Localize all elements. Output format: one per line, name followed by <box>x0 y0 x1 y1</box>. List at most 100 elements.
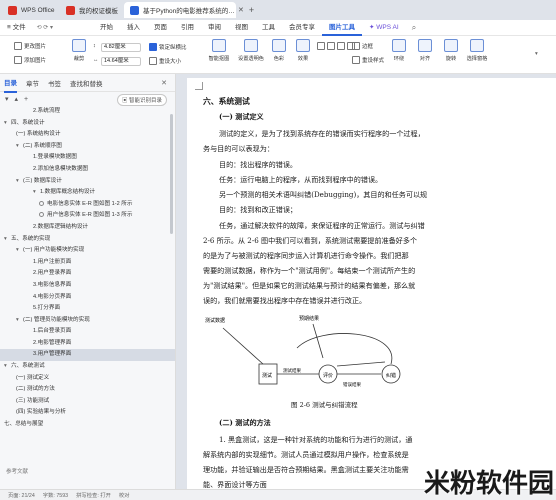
tab-document[interactable]: 基于Python的电影推荐系统的… <box>124 2 236 18</box>
expand-caret-icon[interactable]: ▾ <box>33 187 40 199</box>
toc-item[interactable]: 电影信息实体 E-R 图如图 1-2 所示 <box>0 199 175 211</box>
tab-toc[interactable]: 目录 <box>4 73 17 93</box>
toc-item[interactable]: 1.后台登录页面 <box>0 326 175 338</box>
toc-item[interactable]: 5.打分界面 <box>0 303 175 315</box>
toc-item[interactable]: 2.用户登录界面 <box>0 268 175 280</box>
search-icon[interactable]: ⌕ <box>412 23 416 33</box>
document-page[interactable]: 六、系统测试 (一) 测试定义 测试的定义，是为了找到系统存在的错误而实行程序的… <box>187 78 556 489</box>
style-gallery[interactable] <box>317 42 357 50</box>
add-picture-button[interactable]: 添加图片 <box>14 56 46 64</box>
toc-item-label: 六、系统测试 <box>11 363 45 370</box>
add-icon[interactable]: + <box>24 96 28 103</box>
lock-ratio-checkbox[interactable]: 锁定纵横比 <box>149 43 187 51</box>
menu-member[interactable]: 会员专享 <box>282 20 322 36</box>
toc-item[interactable]: ▾ (二) 系统顺序图 <box>0 141 175 153</box>
align-icon <box>418 39 432 52</box>
toc-item[interactable]: (三) 功能测试 <box>0 396 175 408</box>
toc-item[interactable]: 3.用户管理界面 <box>0 349 175 362</box>
reset-size-label: 重设大小 <box>159 59 182 65</box>
tab-label: WPS Office <box>21 6 55 14</box>
toc-item[interactable]: ▾ (三) 数据库设计 <box>0 176 175 188</box>
toc-item[interactable]: 2.添加信息模块数据图 <box>0 164 175 176</box>
status-word-count[interactable]: 字数: 7593 <box>43 491 68 499</box>
expand-caret-icon[interactable]: ▾ <box>4 234 11 246</box>
toc-item[interactable]: ▾ 1.数据库概念结构设计 <box>0 187 175 199</box>
collapse-icon[interactable]: ▾ <box>5 95 9 103</box>
toc-item-label: 五、系统的实现 <box>11 235 51 242</box>
menu-review[interactable]: 审阅 <box>201 20 228 36</box>
toc-item[interactable]: 用户信息实体 E-R 图如图 1-3 所示 <box>0 210 175 222</box>
toc-item[interactable]: 3.电影信息界面 <box>0 280 175 292</box>
expand-caret-icon[interactable]: ▾ <box>4 361 11 373</box>
height-input[interactable]: 4.82厘米 <box>101 43 141 52</box>
toc-item[interactable]: 1.登录模块数据图 <box>0 152 175 164</box>
menu-wps-ai[interactable]: ✦ WPS AI <box>362 20 406 36</box>
toc-item[interactable]: (二) 测试的方法 <box>0 384 175 396</box>
menu-view[interactable]: 视图 <box>228 20 255 36</box>
toc-item[interactable]: ▾ 四、系统设计 <box>0 118 175 130</box>
expand-caret-icon[interactable]: ▾ <box>4 118 11 130</box>
menu-page[interactable]: 页面 <box>147 20 174 36</box>
change-picture-button[interactable]: 更改图片 <box>14 42 46 50</box>
menu-insert[interactable]: 插入 <box>120 20 147 36</box>
selection-pane-button[interactable]: 选择窗格 <box>462 39 492 71</box>
menu-file[interactable]: ≡ 文件 <box>0 20 33 36</box>
expand-caret-icon[interactable]: ▾ <box>16 245 23 257</box>
paragraph-line: 2-6 所示。从 2-6 图中我们可以看到，系统测试需要提前准备好多个 <box>203 236 418 245</box>
smart-matting-button[interactable]: 智能抠图 <box>204 39 234 71</box>
smart-toc-button[interactable]: ▣ 智能识别目录 <box>116 94 167 106</box>
toc-item[interactable]: 七、总结与展望 <box>0 419 175 431</box>
set-transparent-button[interactable]: 设置透明色 <box>236 39 266 71</box>
toc-item-label: 1.用户注册页面 <box>33 258 72 265</box>
menu-tools[interactable]: 工具 <box>255 20 282 36</box>
tab-wps-office[interactable]: WPS Office <box>2 2 58 18</box>
tab-chapters[interactable]: 章节 <box>26 74 39 92</box>
expand-icon[interactable]: ▴ <box>15 95 19 103</box>
effects-button[interactable]: 效果 <box>288 39 318 71</box>
toc-item[interactable]: 1.用户注册页面 <box>0 257 175 269</box>
toc-item[interactable]: 2.系统流程 <box>0 106 175 118</box>
paragraph-line: 1. 黑盒测试，这是一种针对系统的功能和行为进行的测试，通 <box>219 435 413 444</box>
toc-item[interactable]: (一) 测试定义 <box>0 373 175 385</box>
width-input[interactable]: 14.64厘米 <box>101 57 141 66</box>
status-proofread[interactable]: 校对 <box>119 491 130 499</box>
new-tab-icon[interactable]: + <box>249 5 254 15</box>
reset-style-button[interactable]: 重设样式 <box>352 56 384 64</box>
selection-pane-label: 选择窗格 <box>466 56 488 62</box>
fig-node-evaluate: 评价 <box>323 372 333 379</box>
toc-item[interactable]: (一) 系统结构设计 <box>0 129 175 141</box>
change-picture-label: 更改图片 <box>24 44 47 50</box>
status-page[interactable]: 页面: 21/24 <box>8 491 35 499</box>
fig-label-expected: 预期结果 <box>299 315 319 322</box>
toc-item[interactable]: ▾ 六、系统测试 <box>0 361 175 373</box>
crop-icon <box>72 39 86 52</box>
ribbon-expand-icon[interactable]: ▾ <box>535 51 538 57</box>
menu-home[interactable]: 开始 <box>93 20 120 36</box>
border-button[interactable]: 边框 <box>352 42 373 50</box>
quick-access-icons[interactable]: ⟲ ⟳ ▾ <box>37 24 53 31</box>
document-canvas[interactable]: 六、系统测试 (一) 测试定义 测试的定义，是为了找到系统存在的错误而实行程序的… <box>177 74 556 489</box>
toc-item[interactable]: ▾ (一) 用户功能模块的实现 <box>0 245 175 257</box>
toc-item[interactable]: ▾ 五、系统的实现 <box>0 234 175 246</box>
toc-item[interactable]: 4.电影分页界面 <box>0 292 175 304</box>
expand-caret-icon[interactable]: ▾ <box>16 315 23 327</box>
toc-scrollbar[interactable] <box>170 114 173 234</box>
close-tab-icon[interactable]: ✕ <box>238 6 244 14</box>
close-pane-icon[interactable]: ✕ <box>161 79 167 87</box>
status-spellcheck[interactable]: 拼写检查: 打开 <box>76 491 111 499</box>
toc-item[interactable]: ▾ (二) 管理员功能模块的实现 <box>0 315 175 327</box>
tab-find-replace[interactable]: 查找和替换 <box>70 74 103 92</box>
fig-node-debug: 纠错 <box>386 372 396 379</box>
menu-picture-tools[interactable]: 图片工具 <box>322 20 363 36</box>
reset-size-button[interactable]: 重设大小 <box>149 57 181 65</box>
toc-item[interactable]: 2.数据库逻辑结构设计 <box>0 222 175 234</box>
expand-caret-icon[interactable]: ▾ <box>16 176 23 188</box>
crop-button[interactable]: 裁剪 <box>64 39 94 71</box>
test-debug-flow-figure[interactable]: 测试 评价 纠错 测试数据 预期结果 测试结果 错误结果 <box>201 310 431 390</box>
tab-template[interactable]: 我的权证模板 <box>60 2 122 18</box>
expand-caret-icon[interactable]: ▾ <box>16 141 23 153</box>
tab-bookmarks[interactable]: 书签 <box>48 74 61 92</box>
toc-item[interactable]: (四) 实验结果与分析 <box>0 407 175 419</box>
menu-references[interactable]: 引用 <box>174 20 201 36</box>
toc-item[interactable]: 2.电影管理界面 <box>0 338 175 350</box>
